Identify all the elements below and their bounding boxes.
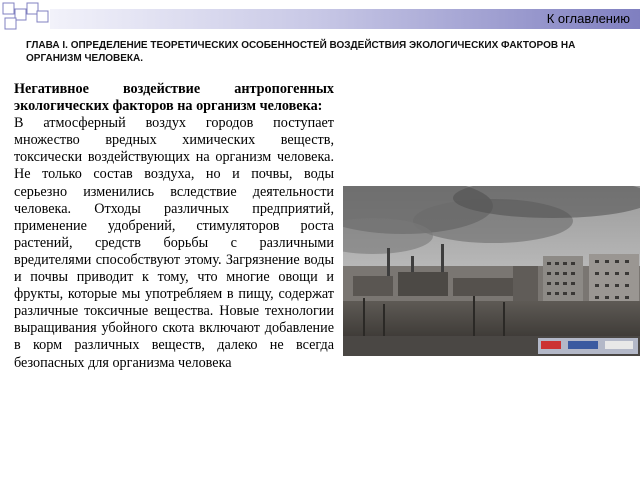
section-heading: Негативное воздействие антропогенных эко… [14,81,334,115]
main-text-block: Негативное воздействие антропогенных эко… [14,81,334,372]
chapter-title: ГЛАВА I. ОПРЕДЕЛЕНИЕ ТЕОРЕТИЧЕСКИХ ОСОБЕ… [26,40,576,64]
top-bar: К оглавлению [0,0,640,34]
section-body: В атмосферный воздух городов поступает м… [14,115,334,371]
decorative-squares [2,2,49,30]
table-of-contents-link[interactable]: К оглавлению [547,9,630,29]
industrial-city-smog-photo [343,186,640,356]
